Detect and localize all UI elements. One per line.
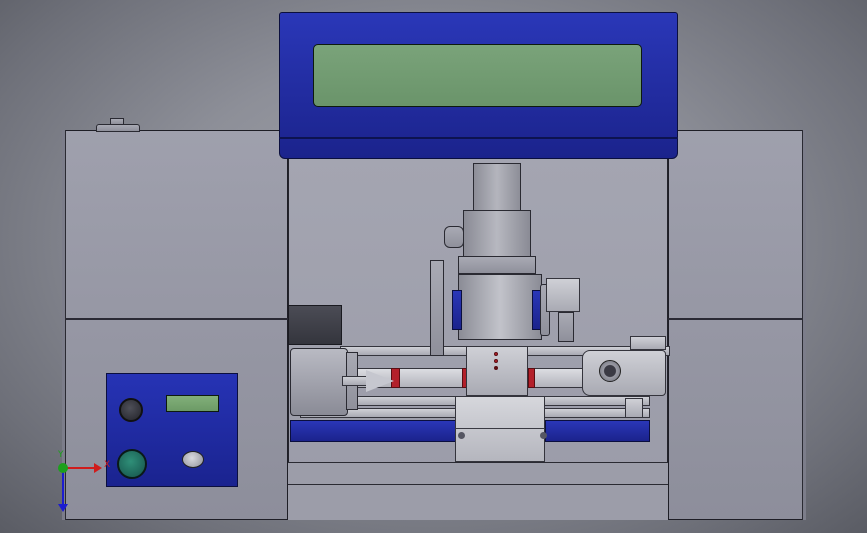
enclosure-left-divider (62, 318, 288, 320)
control-knob[interactable] (182, 451, 204, 468)
spindle-indicator-3 (494, 366, 498, 370)
red-stop-right (528, 368, 535, 388)
coordinate-triad: X Y (57, 450, 110, 512)
linear-rail-right (545, 420, 650, 442)
chamber-floor (288, 462, 668, 520)
motor-block (288, 305, 342, 345)
carriage-slot (455, 428, 545, 429)
control-button-top[interactable] (119, 398, 143, 422)
spindle-side-fitting (444, 226, 464, 248)
triad-z-arrow (58, 504, 68, 512)
top-cap-knob (96, 124, 140, 132)
carriage-bolt-right (540, 432, 547, 439)
spindle-flange (458, 256, 536, 274)
spindle-indicator-1 (494, 352, 498, 356)
control-button-start[interactable] (117, 449, 147, 479)
enclosure-right-divider (668, 318, 806, 320)
tailstock-bore (599, 360, 621, 382)
tailstock-body (582, 350, 666, 396)
carriage-bolt-left (458, 432, 465, 439)
enclosure-right-edge (802, 130, 806, 520)
display-housing-lip (279, 137, 678, 139)
enclosure-right-panel (668, 130, 806, 520)
spindle-motor-top (473, 163, 521, 211)
carriage-plate (455, 396, 545, 462)
triad-y-axis (58, 463, 68, 473)
spindle-indicator-2 (494, 359, 498, 363)
linear-rail-left (290, 420, 458, 442)
control-panel-lcd (166, 395, 219, 412)
tailstock-clamp (625, 398, 643, 418)
cad-viewport[interactable]: X Y (0, 0, 867, 533)
sensor-bracket-left (430, 260, 444, 356)
spindle-motor-collar (463, 210, 531, 258)
triad-x-label: X (104, 460, 110, 470)
workpiece-cone (366, 370, 394, 392)
tailstock-top (630, 336, 666, 350)
triad-y-label: Y (57, 450, 64, 460)
sensor-probe-right (558, 312, 574, 342)
chamber-floor-line (288, 484, 668, 485)
chuck-body (290, 348, 348, 416)
top-cap-knob-stem (110, 118, 124, 125)
sensor-module-right (546, 278, 580, 312)
main-lcd-screen (313, 44, 642, 107)
triad-x-arrow (94, 463, 102, 473)
spindle-blue-ring-left (452, 290, 462, 330)
spindle-housing (458, 274, 542, 340)
chuck-jaw (342, 376, 368, 386)
